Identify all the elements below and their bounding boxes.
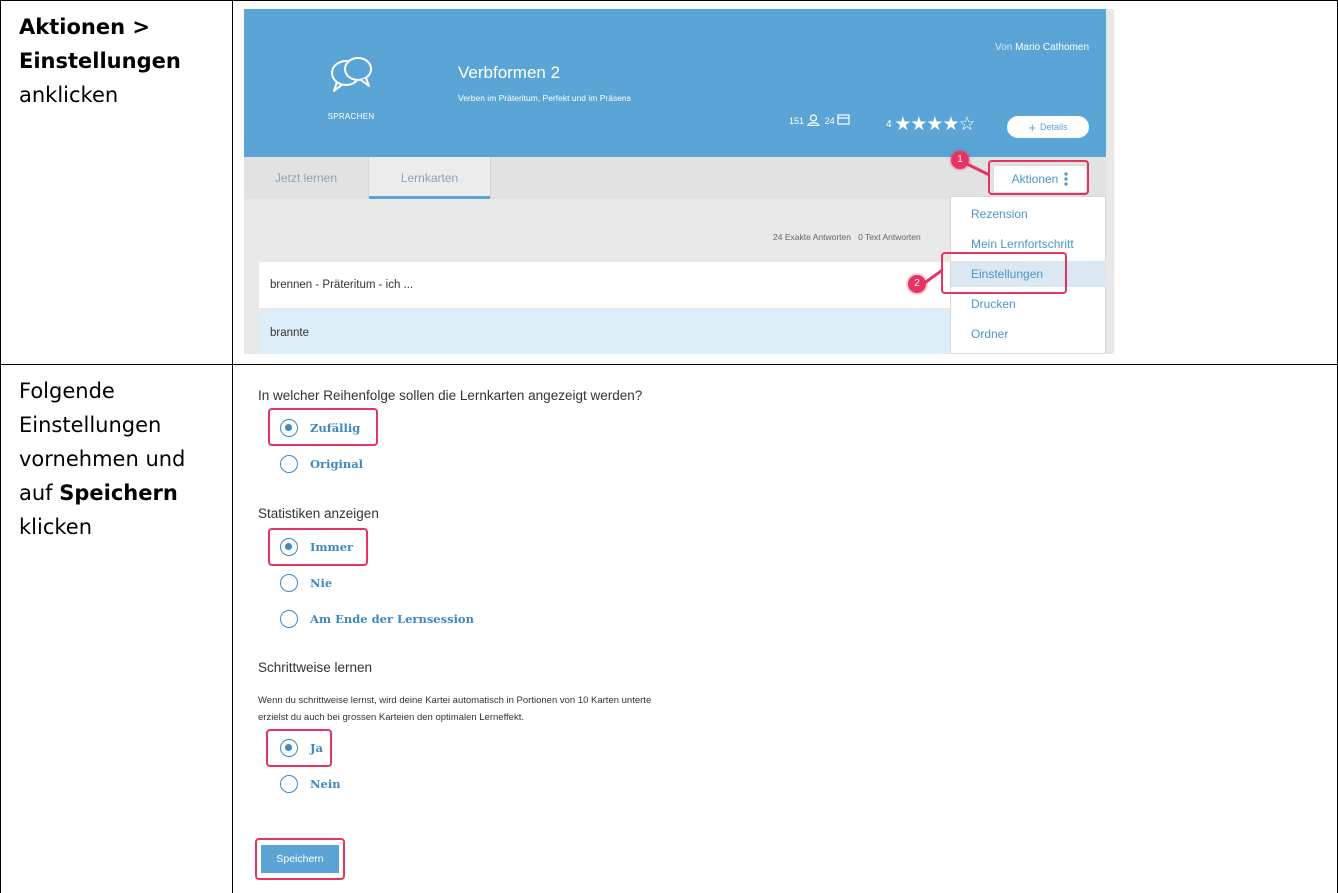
card-description: Verben im Präteritum, Perfekt und im Prä… (458, 93, 631, 103)
plus-icon: + (1028, 119, 1037, 135)
radio-unselected-icon (280, 610, 298, 628)
highlight-save (255, 838, 345, 880)
lernkarten-screenshot: Von Mario Cathomen SPRACHEN Verbformen 2… (244, 9, 1114, 354)
menu-item-ordner[interactable]: Ordner (951, 321, 1106, 347)
settings-screenshot: In welcher Reihenfolge sollen die Lernka… (244, 372, 804, 880)
step-2-line5: klicken (19, 515, 93, 539)
author: Von Mario Cathomen (995, 42, 1089, 53)
answer-counts: 24 Exakte Antworten 0 Text Antworten (773, 232, 921, 242)
step-1-line3: anklicken (19, 83, 119, 107)
menu-item-rezension[interactable]: Rezension (951, 201, 1106, 227)
step-2-instruction: Folgende Einstellungen vornehmen und auf… (19, 374, 185, 544)
tab-lernkarten[interactable]: Lernkarten (368, 157, 491, 199)
radio-order-original-label: Original (310, 457, 364, 471)
rating-stars-icon: ★★★★☆ (894, 114, 975, 135)
step-2-line4-bold: Speichern (59, 481, 178, 505)
radio-statistics-am-ende[interactable]: Am Ende der Lernsession (280, 607, 474, 631)
tab-jetzt-lernen[interactable]: Jetzt lernen (244, 157, 368, 199)
radio-order-original[interactable]: Original (280, 452, 363, 476)
rating-count: 4 (886, 119, 892, 131)
statistics-question: Statistiken anzeigen (258, 506, 379, 521)
step-1-line2: Einstellungen (19, 49, 181, 73)
order-question: In welcher Reihenfolge sollen die Lernka… (258, 388, 643, 403)
step-2-line3: vornehmen und (19, 447, 186, 471)
table-border-top (0, 0, 1338, 1)
cards-count: 24 (824, 116, 835, 126)
card-header: Von Mario Cathomen SPRACHEN Verbformen 2… (244, 9, 1106, 157)
step-1-line1: Aktionen > (19, 15, 150, 39)
highlight-actions-button (988, 160, 1089, 195)
radio-stepwise-nein-label: Nein (310, 777, 341, 791)
details-button[interactable]: + Details (1007, 116, 1089, 138)
radio-unselected-icon (280, 574, 298, 592)
table-border-left (0, 0, 1, 893)
speech-bubbles-icon (331, 57, 372, 92)
callout-1-badge: 1 (951, 151, 969, 169)
table-column-divider (232, 0, 233, 893)
learners-count: 151 (789, 116, 805, 126)
step-1-instruction: Aktionen > Einstellungen anklicken (19, 10, 181, 112)
highlight-immer (268, 528, 368, 566)
exact-answers-count: 24 Exakte Antworten (773, 232, 851, 242)
table-row-divider (0, 364, 1338, 365)
highlight-ja (266, 729, 332, 767)
step-2-line1: Folgende (19, 379, 115, 403)
step-2-line4-prefix: auf (19, 481, 60, 505)
cards-icon (837, 114, 850, 125)
step-2-line2: Einstellungen (19, 413, 162, 437)
rating: 4 ★★★★☆ (886, 113, 976, 136)
card-stats: 151 24 (789, 114, 850, 127)
radio-statistics-am-ende-label: Am Ende der Lernsession (310, 612, 474, 626)
radio-statistics-nie-label: Nie (310, 576, 333, 590)
stepwise-description-line2: erzielst du auch bei grossen Karteien de… (258, 712, 524, 723)
person-icon (806, 114, 820, 127)
text-answers-count: 0 Text Antworten (858, 232, 921, 242)
callout-2-badge: 2 (908, 275, 926, 293)
radio-stepwise-nein[interactable]: Nein (280, 772, 341, 796)
stepwise-description: Wenn du schrittweise lernst, wird deine … (258, 692, 788, 726)
radio-unselected-icon (280, 455, 298, 473)
tab-bar: Jetzt lernen Lernkarten (244, 157, 1106, 200)
radio-unselected-icon (280, 775, 298, 793)
highlight-zufaellig (268, 408, 378, 446)
details-label: Details (1040, 122, 1068, 132)
author-prefix: Von (995, 42, 1013, 53)
stepwise-question: Schrittweise lernen (258, 660, 373, 675)
radio-statistics-nie[interactable]: Nie (280, 571, 332, 595)
menu-item-drucken[interactable]: Drucken (951, 291, 1106, 317)
author-name[interactable]: Mario Cathomen (1015, 42, 1089, 53)
card-title: Verbformen 2 (458, 63, 561, 82)
stepwise-description-line1: Wenn du schrittweise lernst, wird deine … (258, 695, 652, 706)
highlight-einstellungen (941, 252, 1067, 294)
category-label: SPRACHEN (327, 112, 375, 121)
